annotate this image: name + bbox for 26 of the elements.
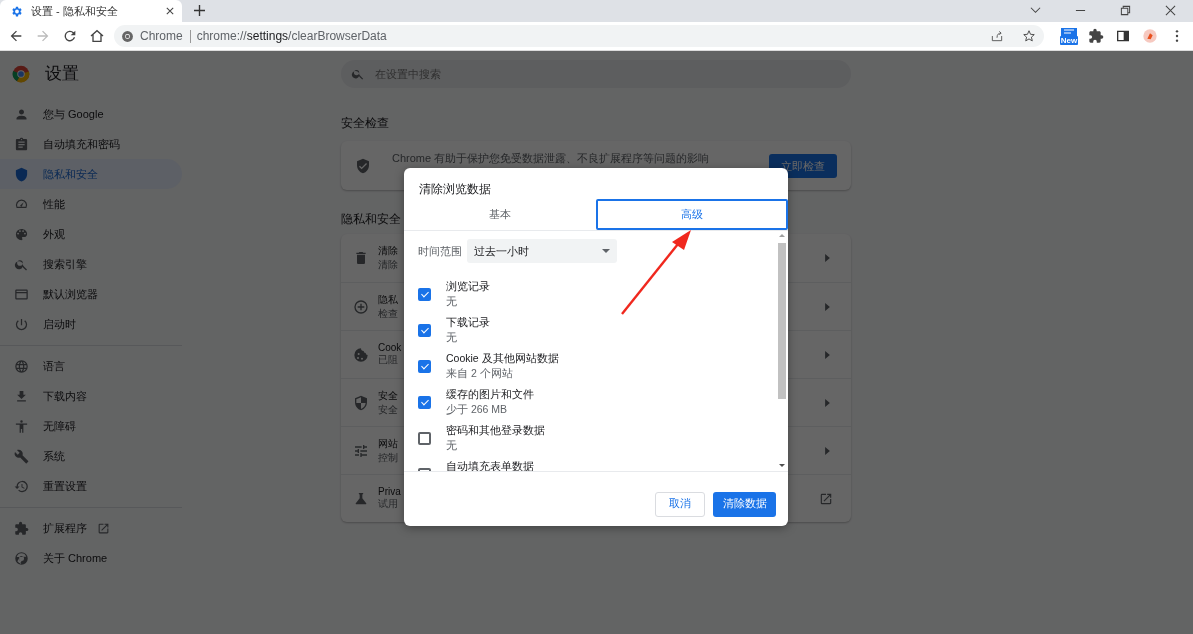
checkbox-detail: 来自 2 个网站 (446, 366, 514, 381)
checkbox-detail: 无 (446, 330, 458, 345)
checkbox-label: 缓存的图片和文件 (446, 387, 534, 402)
checkbox-label: 自动填充表单数据 (446, 459, 534, 471)
tab-title: 设置 - 隐私和安全 (31, 3, 119, 19)
checkbox-detail: 无 (446, 438, 458, 453)
row-subtitle: 检查 (378, 306, 398, 321)
row-title: Priva (378, 486, 401, 497)
checkbox-label: 下载记录 (446, 315, 490, 330)
checkbox-label: Cookie 及其他网站数据 (446, 351, 559, 366)
row-title: 网站 (378, 436, 398, 451)
checkbox-label: 浏览记录 (446, 279, 490, 294)
field-label: 时间范围 (418, 243, 463, 259)
row-title: Cook (378, 342, 402, 353)
url-text: chrome://settings/clearBrowserData (196, 29, 387, 43)
section-heading: 隐私和安全 (341, 212, 401, 227)
row-title: 清除 (378, 244, 398, 258)
dialog-title: 清除浏览数据 (418, 181, 492, 198)
checkbox-detail: 少于 266 MB (446, 402, 509, 417)
page-title: 设置 (45, 63, 80, 85)
row-title: 安全 (378, 388, 398, 403)
checkbox-detail: 无 (446, 294, 458, 309)
section-heading: 安全检查 (341, 116, 389, 131)
checkbox-label: 密码和其他登录数据 (446, 423, 545, 438)
site-label: Chrome (140, 29, 191, 43)
row-title: 隐私 (378, 292, 398, 307)
